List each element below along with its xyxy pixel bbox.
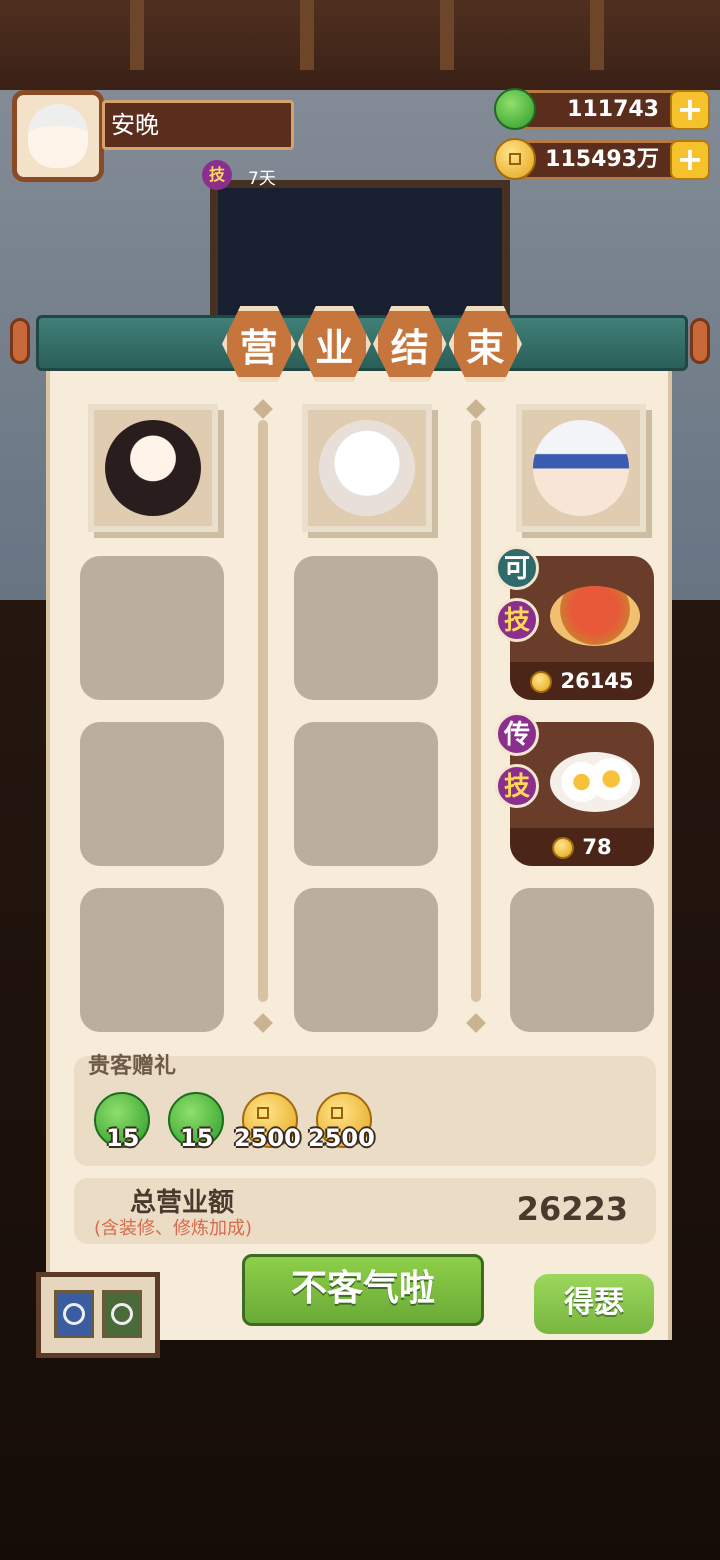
coin-icon: [494, 138, 536, 180]
title-char: 业: [297, 306, 371, 382]
jade-icon: [494, 88, 536, 130]
add-coins-button[interactable]: +: [670, 140, 710, 180]
rarity-badge: 传: [495, 712, 539, 756]
title-char: 营: [222, 306, 296, 382]
skunk-guest-icon: [105, 420, 201, 516]
white-cat-guest-icon: [319, 420, 415, 516]
vip-gift-title: 贵客赠礼: [88, 1054, 177, 1079]
dish-price: 26145: [510, 662, 654, 700]
empty-dish-slot: [294, 556, 438, 700]
fried-eggs-dish-icon: [550, 752, 640, 812]
empty-dish-slot: [294, 722, 438, 866]
rod-cap-right: [690, 318, 710, 364]
gift-qty: 2500: [234, 1124, 301, 1152]
player-avatar[interactable]: [12, 90, 104, 182]
total-revenue-note: (含装修、修炼加成): [94, 1218, 253, 1239]
player-name: 安晚: [102, 100, 294, 150]
masked-boy-guest-icon: [533, 420, 629, 516]
skill-days: 7天: [248, 169, 276, 189]
guest-portrait-skunk[interactable]: [88, 404, 218, 532]
avatar-face: [28, 104, 88, 168]
empty-dish-slot: [294, 888, 438, 1032]
column-divider: [471, 420, 481, 1002]
title-char: 结: [373, 306, 447, 382]
gift-qty: 2500: [308, 1124, 375, 1152]
settings-icon[interactable]: [54, 1290, 94, 1338]
empty-dish-slot: [80, 888, 224, 1032]
column-divider: [258, 420, 268, 1002]
empty-dish-slot: [80, 722, 224, 866]
gift-qty: 15: [106, 1124, 140, 1152]
skill-badge-icon: 技: [202, 160, 232, 190]
skill-badge: 技: [495, 598, 539, 642]
guest-portrait-cat[interactable]: [302, 404, 432, 532]
panel-title: 营 业 结 束: [222, 306, 522, 382]
gift-qty: 15: [180, 1124, 214, 1152]
coin-icon: [552, 837, 575, 859]
add-jade-button[interactable]: +: [670, 90, 710, 130]
rarity-badge: 可: [495, 546, 539, 590]
show-off-button[interactable]: 得瑟: [534, 1274, 654, 1334]
title-char: 束: [448, 306, 522, 382]
confirm-button[interactable]: 不客气啦: [242, 1254, 484, 1326]
gear-icon[interactable]: [102, 1290, 142, 1338]
empty-dish-slot: [510, 888, 654, 1032]
fish-dish-icon: [550, 586, 640, 646]
skill-badge: 技: [495, 764, 539, 808]
rod-cap-left: [10, 318, 30, 364]
dish-price: 78: [510, 828, 654, 866]
guest-portrait-masked[interactable]: [516, 404, 646, 532]
total-revenue-value: 26223: [516, 1190, 628, 1228]
empty-dish-slot: [80, 556, 224, 700]
coin-icon: [530, 671, 553, 693]
